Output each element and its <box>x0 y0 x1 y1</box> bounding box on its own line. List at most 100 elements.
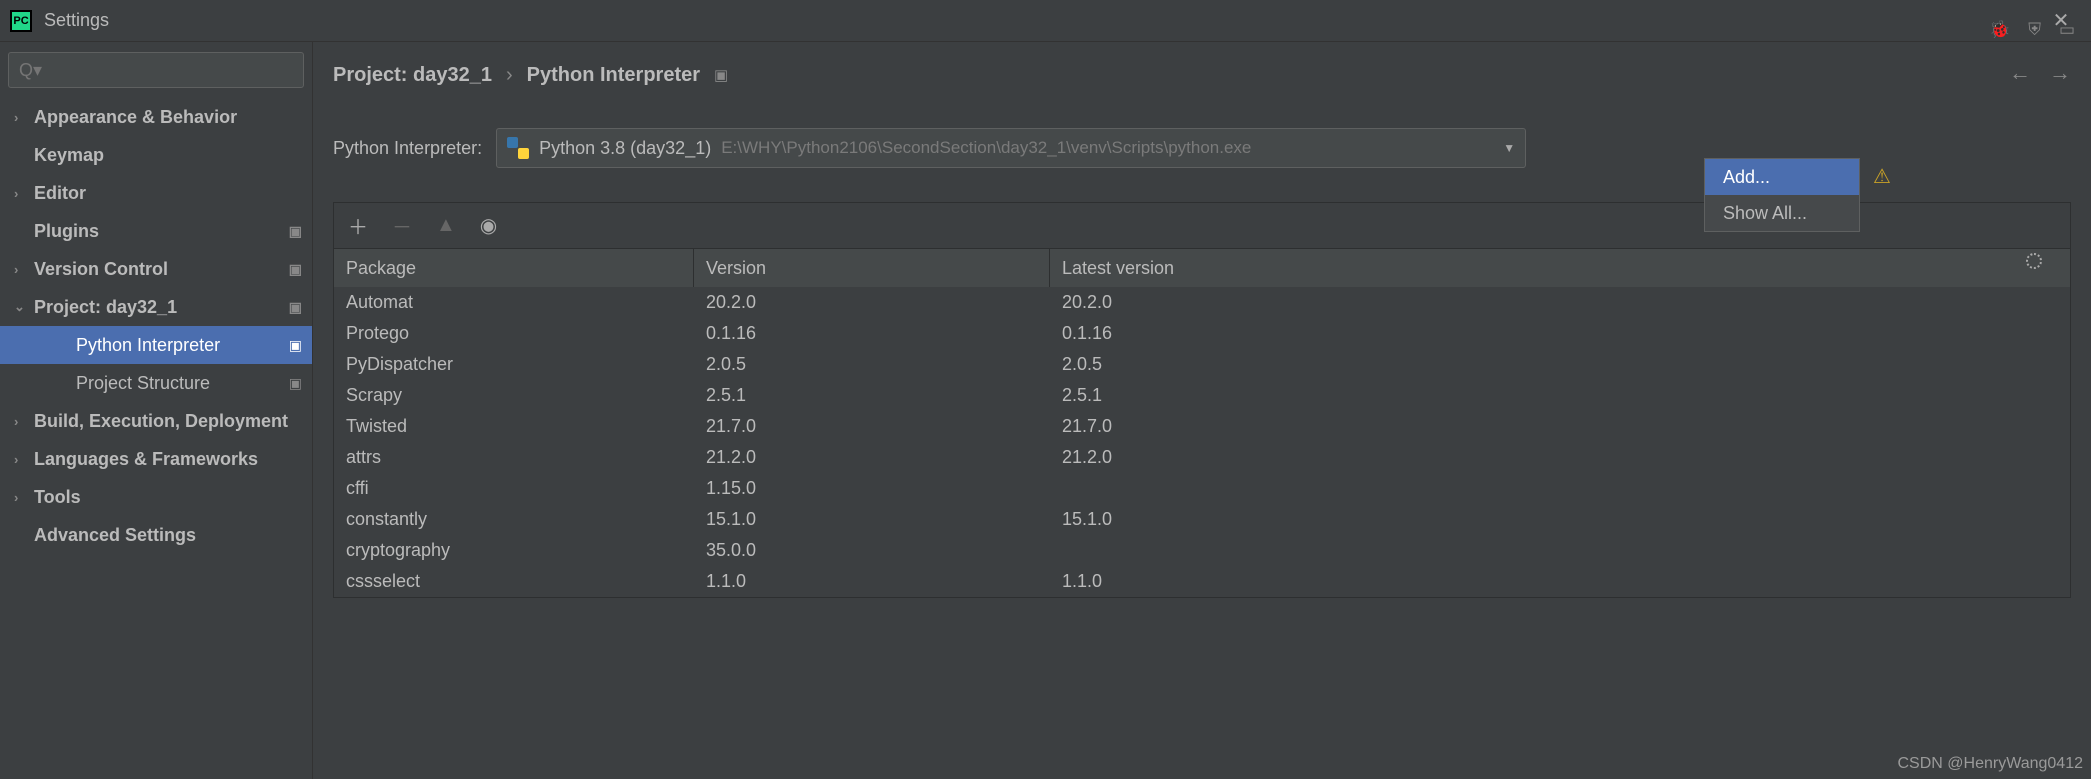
more-icon[interactable]: ▭ <box>2059 20 2075 40</box>
cell-latest: 2.5.1 <box>1050 385 2070 406</box>
sidebar-item-keymap[interactable]: Keymap <box>0 136 312 174</box>
panel-icon: ▣ <box>289 299 302 316</box>
interpreter-name: Python 3.8 (day32_1) <box>539 138 711 159</box>
sidebar-item-version-control[interactable]: ›Version Control▣ <box>0 250 312 288</box>
interpreter-select[interactable]: Python 3.8 (day32_1) E:\WHY\Python2106\S… <box>496 128 1526 168</box>
chevron-icon: › <box>14 452 30 467</box>
sidebar-item-label: Build, Execution, Deployment <box>34 411 302 432</box>
sidebar-item-appearance-behavior[interactable]: ›Appearance & Behavior <box>0 98 312 136</box>
panel-icon: ▣ <box>289 375 302 392</box>
cell-latest: 2.0.5 <box>1050 354 2070 375</box>
bug-icon[interactable]: 🐞 <box>1989 20 2010 40</box>
chevron-icon: › <box>14 490 30 505</box>
settings-sidebar: ›Appearance & Behavior Keymap ›EditorPlugi… <box>0 42 313 779</box>
sidebar-item-project-structure[interactable]: Project Structure▣ <box>0 364 312 402</box>
upgrade-package-icon[interactable]: ▲ <box>436 214 456 237</box>
header-latest[interactable]: Latest version <box>1050 249 2070 287</box>
cell-version: 15.1.0 <box>694 509 1050 530</box>
chevron-icon: › <box>14 414 30 429</box>
table-row[interactable]: Automat20.2.020.2.0 <box>334 287 2070 318</box>
sidebar-item-label: Python Interpreter <box>76 335 289 356</box>
sidebar-item-tools[interactable]: › Tools <box>0 478 312 516</box>
table-row[interactable]: Scrapy2.5.12.5.1 <box>334 380 2070 411</box>
sidebar-item-languages-frameworks[interactable]: › Languages & Frameworks <box>0 440 312 478</box>
python-icon <box>507 137 529 159</box>
cell-latest: 21.7.0 <box>1050 416 2070 437</box>
loading-spinner-icon <box>2026 253 2042 269</box>
cell-package: Twisted <box>334 416 694 437</box>
table-row[interactable]: cffi1.15.0 <box>334 473 2070 504</box>
sidebar-item-label: Keymap <box>34 145 302 166</box>
table-row[interactable]: cssselect1.1.01.1.0 <box>334 566 2070 597</box>
cell-package: Automat <box>334 292 694 313</box>
cell-version: 0.1.16 <box>694 323 1050 344</box>
window-title: Settings <box>44 10 109 31</box>
cell-version: 2.5.1 <box>694 385 1050 406</box>
sidebar-item-label: Advanced Settings <box>34 525 302 546</box>
table-row[interactable]: Twisted21.7.021.7.0 <box>334 411 2070 442</box>
cell-package: cssselect <box>334 571 694 592</box>
cell-version: 1.1.0 <box>694 571 1050 592</box>
package-table: Package Version Latest version Automat 20… <box>333 248 2071 598</box>
breadcrumb: Project: day32_1 › Python Interpreter ▣ <box>333 42 2071 108</box>
table-header: Package Version Latest version <box>334 249 2070 287</box>
chevron-icon: › <box>14 186 30 201</box>
cell-package: cryptography <box>334 540 694 561</box>
sidebar-item-build-execution-deployment[interactable]: › Build, Execution, Deployment <box>0 402 312 440</box>
sidebar-item-project-day32-1[interactable]: ⌄Project: day32_1▣ <box>0 288 312 326</box>
cell-package: constantly <box>334 509 694 530</box>
cell-version: 21.7.0 <box>694 416 1050 437</box>
sidebar-item-label: Tools <box>34 487 302 508</box>
sidebar-item-editor[interactable]: ›Editor <box>0 174 312 212</box>
table-row[interactable]: attrs21.2.021.2.0 <box>334 442 2070 473</box>
breadcrumb-project[interactable]: Project: day32_1 <box>333 64 492 87</box>
panel-icon: ▣ <box>289 261 302 278</box>
chevron-icon: ⌄ <box>14 299 30 315</box>
sidebar-item-plugins[interactable]: Plugins▣ <box>0 212 312 250</box>
sidebar-item-advanced-settings[interactable]: Advanced Settings <box>0 516 312 554</box>
warning-icon[interactable]: ⚠ <box>1873 164 1891 189</box>
cell-version: 35.0.0 <box>694 540 1050 561</box>
cell-latest: 20.2.0 <box>1050 292 2070 313</box>
cell-package: attrs <box>334 447 694 468</box>
watermark: CSDN @HenryWang0412 <box>1898 755 2084 773</box>
table-row[interactable]: PyDispatcher2.0.52.0.5 <box>334 349 2070 380</box>
menu-add[interactable]: Add... <box>1705 159 1859 195</box>
shield-icon[interactable]: ⛨ <box>2028 20 2041 40</box>
cell-version: 21.2.0 <box>694 447 1050 468</box>
sidebar-item-python-interpreter[interactable]: Python Interpreter▣ <box>0 326 312 364</box>
app-icon: PC <box>10 10 32 32</box>
cell-latest: 1.1.0 <box>1050 571 2070 592</box>
header-package[interactable]: Package <box>334 249 694 287</box>
search-input[interactable] <box>8 52 304 88</box>
breadcrumb-page: Python Interpreter <box>527 64 700 87</box>
table-row[interactable]: cryptography35.0.0 <box>334 535 2070 566</box>
cell-package: cffi <box>334 478 694 499</box>
nav-forward-icon[interactable]: → <box>2049 60 2071 86</box>
cell-latest: 15.1.0 <box>1050 509 2070 530</box>
panel-icon: ▣ <box>289 223 302 240</box>
interpreter-path: E:\WHY\Python2106\SecondSection\day32_1\… <box>721 138 1493 158</box>
titlebar: PC Settings ✕ <box>0 0 2091 42</box>
add-package-icon[interactable]: ＋ <box>348 211 368 240</box>
show-early-releases-icon[interactable]: ◉ <box>480 213 497 238</box>
chevron-icon: › <box>14 110 30 125</box>
sidebar-item-label: Languages & Frameworks <box>34 449 302 470</box>
panel-icon[interactable]: ▣ <box>714 66 728 84</box>
interpreter-label: Python Interpreter: <box>333 138 482 159</box>
table-row[interactable]: constantly15.1.015.1.0 <box>334 504 2070 535</box>
chevron-down-icon: ▼ <box>1503 141 1515 155</box>
remove-package-icon[interactable]: － <box>392 211 412 240</box>
nav-back-icon[interactable]: ← <box>2009 60 2031 86</box>
interpreter-dropdown-menu: Add... Show All... <box>1704 158 1860 232</box>
menu-show-all[interactable]: Show All... <box>1705 195 1859 231</box>
chevron-right-icon: › <box>506 64 513 87</box>
header-version[interactable]: Version <box>694 249 1050 287</box>
sidebar-item-label: Version Control <box>34 259 289 280</box>
cell-version: 1.15.0 <box>694 478 1050 499</box>
cell-package: Protego <box>334 323 694 344</box>
table-row[interactable]: Protego0.1.160.1.16 <box>334 318 2070 349</box>
cell-version: 2.0.5 <box>694 354 1050 375</box>
cell-latest: 0.1.16 <box>1050 323 2070 344</box>
sidebar-item-label: Project Structure <box>76 373 289 394</box>
